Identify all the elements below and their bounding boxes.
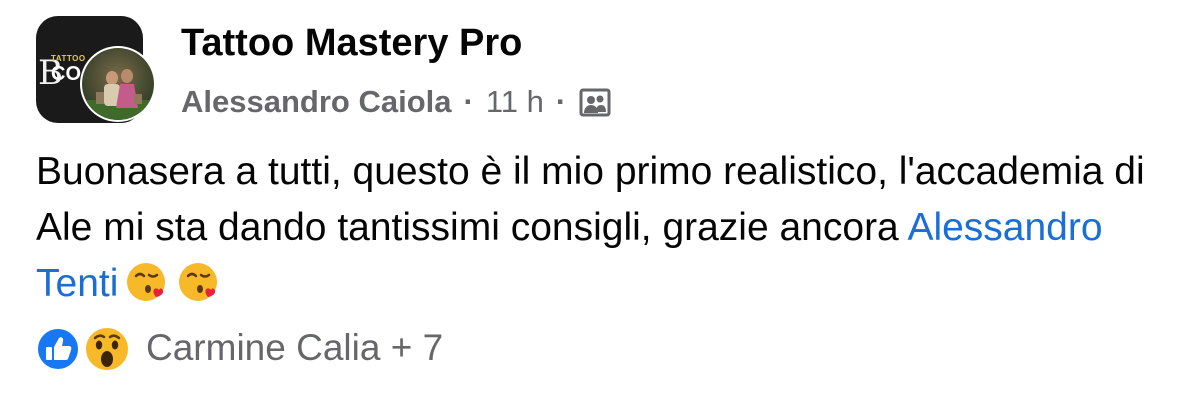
reactions-bar[interactable]: Carmine Calia + 7 [36, 324, 443, 372]
face-blowing-kiss-icon [126, 260, 170, 304]
group-name[interactable]: Tattoo Mastery Pro [181, 22, 522, 65]
face-blowing-kiss-icon [178, 260, 222, 304]
post-meta: Alessandro Caiola · 11 h · [181, 82, 612, 122]
author-photo [82, 48, 154, 120]
author-name[interactable]: Alessandro Caiola [181, 84, 451, 120]
post-body: Buonasera a tutti, questo è il mio primo… [36, 144, 1156, 312]
logo-partial-text: CO [51, 63, 81, 85]
logo-tattoo-text: TATTOO [51, 54, 86, 63]
wow-reaction-icon [84, 326, 130, 372]
reaction-icons[interactable] [36, 324, 134, 372]
post-time[interactable]: 11 h [486, 84, 544, 120]
like-reaction-icon [36, 327, 80, 371]
meta-separator: · [463, 84, 474, 119]
reactions-summary[interactable]: Carmine Calia + 7 [146, 327, 443, 369]
meta-separator: · [555, 84, 567, 119]
facebook-group-post: B TATTOO CO Tattoo Mastery Pro Alessandr… [0, 0, 1179, 404]
author-avatar[interactable] [80, 46, 156, 122]
group-members-icon [578, 86, 612, 118]
